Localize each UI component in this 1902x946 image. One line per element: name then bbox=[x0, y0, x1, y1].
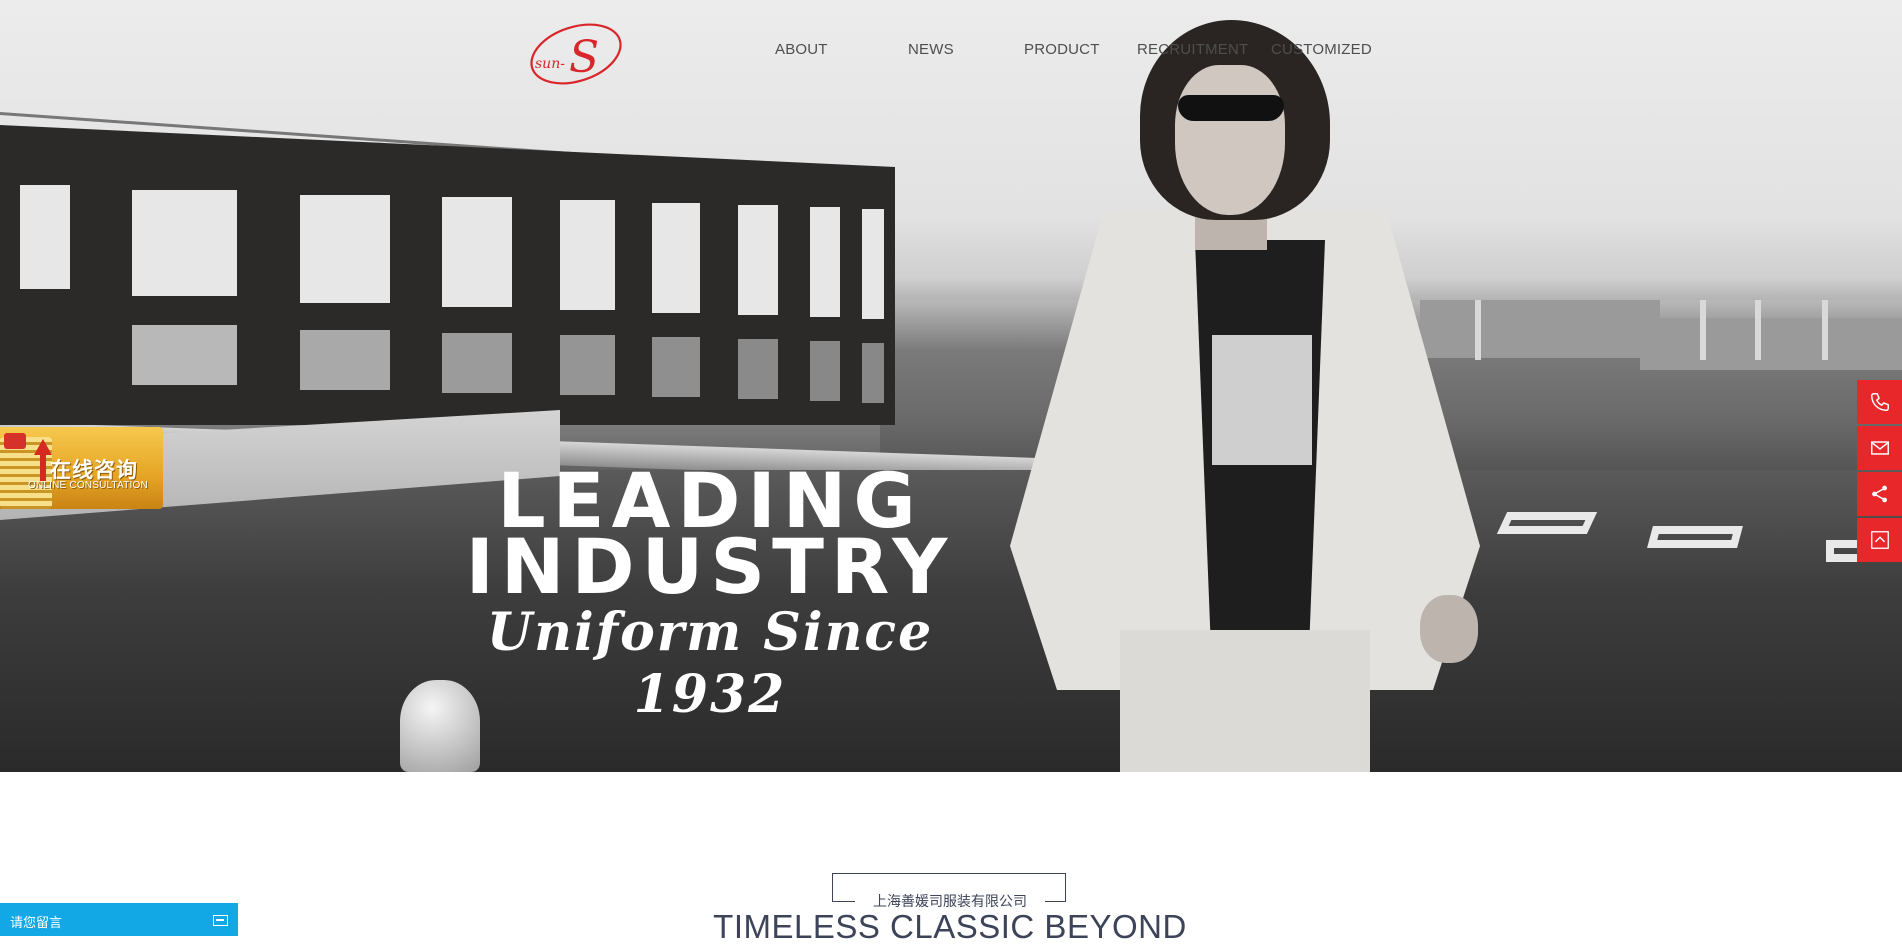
nav-recruitment[interactable]: RECRUITMENT bbox=[1137, 41, 1248, 58]
share-icon bbox=[1871, 485, 1887, 503]
nav-product[interactable]: PRODUCT bbox=[1024, 41, 1100, 58]
nav-about[interactable]: ABOUT bbox=[775, 41, 828, 58]
hero-headline: LEADING INDUSTRY Uniform Since 1932 bbox=[440, 463, 980, 726]
online-consultation-button[interactable]: 在线咨询 ONLINE CONSULTATION bbox=[0, 427, 163, 509]
model-photo bbox=[990, 10, 1520, 772]
expand-icon[interactable] bbox=[213, 915, 228, 926]
consult-subtitle: ONLINE CONSULTATION bbox=[28, 480, 148, 491]
message-label: 请您留言 bbox=[10, 915, 63, 930]
side-toolbar bbox=[1857, 380, 1902, 564]
gift-icon bbox=[4, 433, 26, 449]
share-button[interactable] bbox=[1857, 472, 1902, 516]
back-to-top-icon bbox=[1870, 531, 1889, 549]
nav-customized[interactable]: CUSTOMIZED bbox=[1271, 41, 1372, 58]
leave-message-bar[interactable]: 请您留言 bbox=[0, 903, 238, 936]
phone-icon bbox=[1870, 393, 1889, 411]
headline-line-2: INDUSTRY bbox=[465, 522, 955, 611]
email-button[interactable] bbox=[1857, 426, 1902, 470]
intro-tagline: TIMELESS CLASSIC BEYOND bbox=[713, 908, 1187, 945]
hero-banner: LEADING INDUSTRY Uniform Since 1932 bbox=[0, 0, 1902, 772]
nav-news[interactable]: NEWS bbox=[908, 41, 954, 58]
back-to-top-button[interactable] bbox=[1857, 518, 1902, 562]
mail-icon bbox=[1870, 441, 1889, 455]
main-nav: ABOUT NEWS PRODUCT RECRUITMENT CUSTOMIZE… bbox=[0, 41, 1902, 61]
building-facade bbox=[0, 125, 895, 425]
phone-button[interactable] bbox=[1857, 380, 1902, 424]
headline-tagline: Uniform Since 1932 bbox=[486, 602, 934, 725]
